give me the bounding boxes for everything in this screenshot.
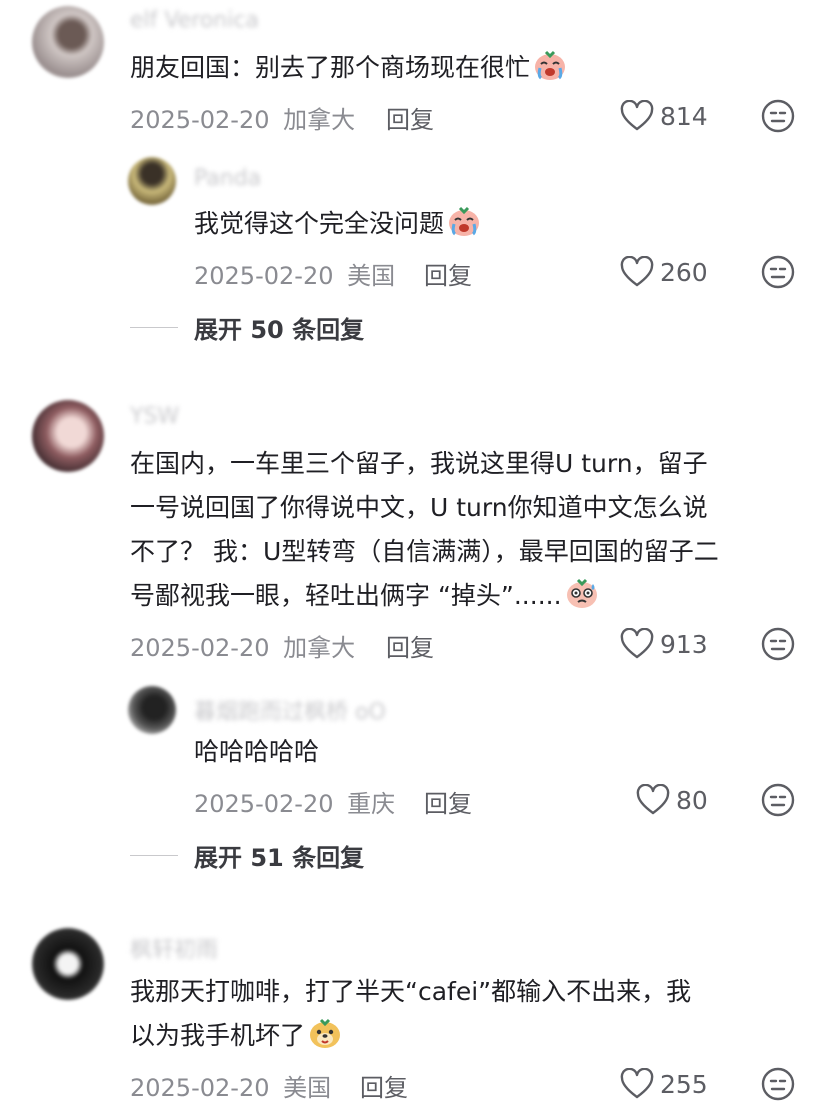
meh-face-icon[interactable]: [761, 627, 795, 661]
heart-outline-icon: [620, 100, 654, 131]
like-count: 913: [660, 629, 708, 659]
divider-line: [130, 327, 178, 328]
reply-region: 重庆: [347, 790, 396, 818]
comment-text-line: 以为我手机坏了: [130, 1021, 306, 1050]
comment-meta: 2025-02-20 美国: [130, 1068, 331, 1103]
like-button[interactable]: 814: [620, 100, 708, 132]
username[interactable]: Panda: [194, 166, 261, 191]
heart-outline-icon: [620, 628, 654, 659]
like-button[interactable]: 260: [620, 256, 708, 288]
like-count: 260: [660, 257, 708, 287]
expand-replies-button[interactable]: 展开 50 条回复: [130, 310, 364, 345]
dog-face-emoji: [307, 1016, 343, 1064]
reply-text: 哈哈哈哈哈: [194, 730, 319, 774]
username[interactable]: YSW: [130, 404, 179, 429]
avatar[interactable]: [128, 157, 176, 205]
reply-button[interactable]: 回复: [360, 1068, 408, 1103]
comment-text: 在国内，一车里三个留子，我说这里得U turn，留子 一号说回国了你得说中文，U…: [130, 442, 719, 624]
like-button[interactable]: 80: [636, 784, 708, 816]
expand-replies-button[interactable]: 展开 51 条回复: [130, 838, 364, 873]
comment-text-line: 号鄙视我一眼，轻吐出俩字 “掉头”......: [130, 581, 562, 610]
reply-region: 美国: [347, 262, 396, 290]
comment-date: 2025-02-20: [130, 634, 270, 662]
comment-meta: 2025-02-20 加拿大: [130, 628, 355, 663]
crying-face-emoji: [446, 204, 482, 252]
comment-region: 加拿大: [283, 106, 356, 134]
expand-replies-label: 展开 50 条回复: [194, 316, 365, 344]
comment-text-line: 在国内，一车里三个留子，我说这里得U turn，留子: [130, 449, 708, 478]
like-count: 814: [660, 101, 708, 131]
comment-text-line: 不了？ 我：U型转弯（自信满满），最早回国的留子二: [130, 537, 719, 566]
comment-meta: 2025-02-20 加拿大: [130, 100, 355, 135]
meh-face-icon[interactable]: [761, 1067, 795, 1101]
like-button[interactable]: 913: [620, 628, 708, 660]
username[interactable]: elf Veronica: [130, 8, 259, 33]
comment-text-line: 我那天打咖啡，打了半天“cafei”都输入不出来，我: [130, 977, 692, 1006]
avatar[interactable]: [32, 928, 104, 1000]
like-count: 255: [660, 1069, 708, 1099]
reply-date: 2025-02-20: [194, 790, 334, 818]
heart-outline-icon: [620, 256, 654, 287]
reply-button[interactable]: 回复: [424, 256, 472, 291]
like-count: 80: [676, 785, 708, 815]
reply-text: 我觉得这个完全没问题: [194, 202, 482, 252]
reply-button[interactable]: 回复: [424, 784, 472, 819]
like-button[interactable]: 255: [620, 1068, 708, 1100]
meh-face-icon[interactable]: [761, 783, 795, 817]
comment-date: 2025-02-20: [130, 1074, 270, 1102]
comment-region: 加拿大: [283, 634, 356, 662]
crying-face-emoji: [532, 48, 568, 96]
heart-outline-icon: [620, 1068, 654, 1099]
comment-region: 美国: [283, 1074, 332, 1102]
reply-button[interactable]: 回复: [386, 628, 434, 663]
sweat-face-emoji: [564, 576, 600, 624]
reply-button[interactable]: 回复: [386, 100, 434, 135]
meh-face-icon[interactable]: [761, 255, 795, 289]
comment-text-line: 一号说回国了你得说中文，U turn你知道中文怎么说: [130, 493, 708, 522]
heart-outline-icon: [636, 784, 670, 815]
reply-meta: 2025-02-20 重庆: [194, 784, 395, 819]
reply-meta: 2025-02-20 美国: [194, 256, 395, 291]
avatar[interactable]: [32, 400, 104, 472]
comment-text: 我那天打咖啡，打了半天“cafei”都输入不出来，我 以为我手机坏了: [130, 970, 691, 1064]
comment-date: 2025-02-20: [130, 106, 270, 134]
avatar[interactable]: [128, 686, 176, 734]
reply-text-line: 哈哈哈哈哈: [194, 737, 320, 766]
reply-date: 2025-02-20: [194, 262, 334, 290]
username[interactable]: 暮烟跑而过枫桥 oO: [194, 694, 386, 726]
comment-text-line: 朋友回国：别去了那个商场现在很忙: [130, 53, 531, 82]
expand-replies-label: 展开 51 条回复: [194, 844, 365, 872]
avatar[interactable]: [32, 6, 104, 78]
meh-face-icon[interactable]: [761, 99, 795, 133]
username[interactable]: 枫轩初雨: [130, 932, 218, 964]
comment-text: 朋友回国：别去了那个商场现在很忙: [130, 46, 568, 96]
divider-line: [130, 855, 178, 856]
reply-text-line: 我觉得这个完全没问题: [194, 209, 445, 238]
